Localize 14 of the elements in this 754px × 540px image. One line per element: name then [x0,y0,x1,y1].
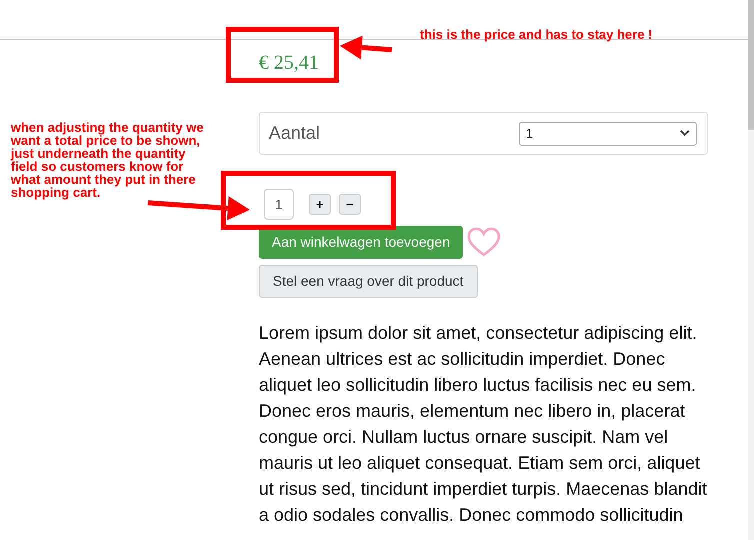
quantity-field[interactable]: 1 [264,189,294,220]
quantity-select[interactable]: 1 [519,122,697,146]
scrollbar-thumb[interactable] [748,0,754,130]
price: € 25,41 [259,52,319,74]
decrease-button[interactable]: − [339,194,361,215]
ask-question-button[interactable]: Stel een vraag over dit product [259,265,478,298]
description-paragraph: Lorem ipsum dolor sit amet, consectetur adipiscing elit. Aenean ultrices est ac sollicitudin imperdiet. Donec aliquet leo sollicitudin libero luctus facilisis nec eu sem. Donec eros mauris, elementum nec libero in, placerat congue orci. Nullam luctus ornare suscipit. Nam vel mauris ut leo aliquet consequat. Etiam sem orci, aliquet ut risus sed, tincidunt imperdiet turpis. Maecenas blandit a odio sodales convallis. Donec commodo sollicitudin [259,322,708,527]
annotation-arrow [340,36,392,60]
annotation-note: when adjusting the quantity we want a total price to be shown, just underneath the quantity field so customers know for what amount they put in there shopping cart. [11,121,205,199]
increase-button[interactable]: + [309,194,331,215]
heart-icon[interactable] [467,227,502,258]
quantity-label: Aantal [269,122,320,145]
annotation-note: this is the price and has to stay here ! [420,28,653,41]
chevron-down-icon [680,130,690,137]
